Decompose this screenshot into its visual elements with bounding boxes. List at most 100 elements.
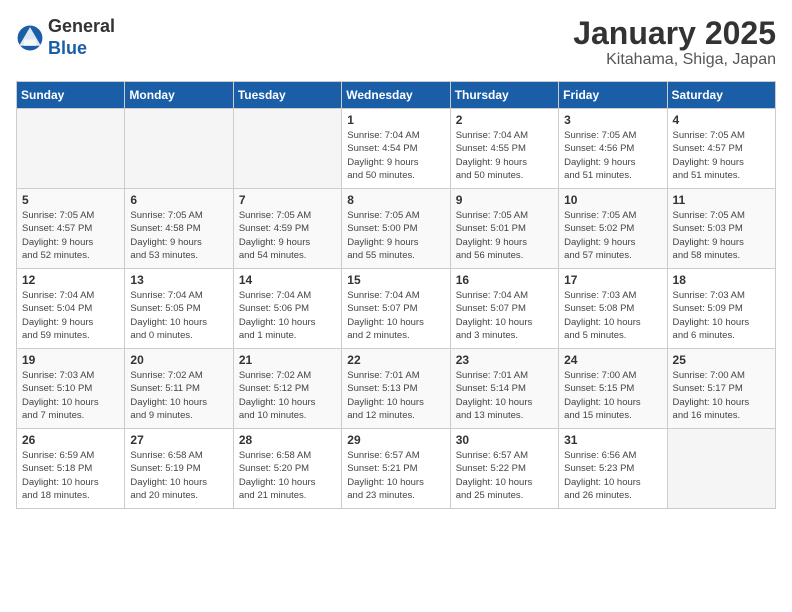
calendar-table: SundayMondayTuesdayWednesdayThursdayFrid… [16, 81, 776, 509]
calendar-cell: 22Sunrise: 7:01 AM Sunset: 5:13 PM Dayli… [342, 349, 450, 429]
day-number: 6 [130, 193, 227, 207]
logo-blue-text: Blue [48, 38, 87, 58]
calendar-cell: 13 Sunrise: 7:04 AM Sunset: 5:05 PM Dayli… [125, 269, 233, 349]
day-info: Sunrise: 7:05 AM Sunset: 5:00 PM Dayligh… [347, 209, 444, 262]
calendar-cell: 2 Sunrise: 7:04 AM Sunset: 4:55 PM Daylig… [450, 109, 558, 189]
page-header: General Blue January 2025 Kitahama, Shig… [16, 16, 776, 69]
day-number: 7 [239, 193, 336, 207]
day-number: 29 [347, 433, 444, 447]
calendar-cell: 24Sunrise: 7:00 AM Sunset: 5:15 PM Dayli… [559, 349, 667, 429]
day-number: 14 [239, 273, 336, 287]
day-info: Sunrise: 7:02 AM Sunset: 5:12 PM Dayligh… [239, 369, 336, 422]
calendar-cell: 9 Sunrise: 7:05 AM Sunset: 5:01 PM Daylig… [450, 189, 558, 269]
day-number: 2 [456, 113, 553, 127]
day-info: Sunrise: 7:04 AM Sunset: 4:54 PM Dayligh… [347, 129, 444, 182]
day-info: Sunrise: 7:00 AM Sunset: 5:17 PM Dayligh… [673, 369, 770, 422]
day-info: Sunrise: 7:05 AM Sunset: 4:57 PM Dayligh… [22, 209, 119, 262]
logo-general-text: General [48, 16, 115, 36]
day-number: 28 [239, 433, 336, 447]
calendar-week-row: 12Sunrise: 7:04 AM Sunset: 5:04 PM Dayli… [17, 269, 776, 349]
calendar-cell: 27Sunrise: 6:58 AM Sunset: 5:19 PM Dayli… [125, 429, 233, 509]
weekday-header-row: SundayMondayTuesdayWednesdayThursdayFrid… [17, 82, 776, 109]
day-info: Sunrise: 7:03 AM Sunset: 5:10 PM Dayligh… [22, 369, 119, 422]
day-number: 31 [564, 433, 661, 447]
calendar-cell: 18Sunrise: 7:03 AM Sunset: 5:09 PM Dayli… [667, 269, 775, 349]
day-info: Sunrise: 7:04 AM Sunset: 4:55 PM Dayligh… [456, 129, 553, 182]
day-info: Sunrise: 7:04 AM Sunset: 5:07 PM Dayligh… [456, 289, 553, 342]
calendar-cell: 12Sunrise: 7:04 AM Sunset: 5:04 PM Dayli… [17, 269, 125, 349]
calendar-cell: 8 Sunrise: 7:05 AM Sunset: 5:00 PM Daylig… [342, 189, 450, 269]
day-number: 16 [456, 273, 553, 287]
calendar-week-row: 26Sunrise: 6:59 AM Sunset: 5:18 PM Dayli… [17, 429, 776, 509]
day-number: 15 [347, 273, 444, 287]
day-info: Sunrise: 7:04 AM Sunset: 5:07 PM Dayligh… [347, 289, 444, 342]
day-info: Sunrise: 7:05 AM Sunset: 5:03 PM Dayligh… [673, 209, 770, 262]
calendar-cell [667, 429, 775, 509]
day-number: 9 [456, 193, 553, 207]
day-info: Sunrise: 7:00 AM Sunset: 5:15 PM Dayligh… [564, 369, 661, 422]
day-info: Sunrise: 7:05 AM Sunset: 5:01 PM Dayligh… [456, 209, 553, 262]
calendar-cell: 31 Sunrise: 6:56 AM Sunset: 5:23 PM Dayli… [559, 429, 667, 509]
calendar-cell: 4 Sunrise: 7:05 AM Sunset: 4:57 PM Daylig… [667, 109, 775, 189]
weekday-header-sunday: Sunday [17, 82, 125, 109]
calendar-cell: 20Sunrise: 7:02 AM Sunset: 5:11 PM Dayli… [125, 349, 233, 429]
calendar-cell: 11 Sunrise: 7:05 AM Sunset: 5:03 PM Dayli… [667, 189, 775, 269]
weekday-header-monday: Monday [125, 82, 233, 109]
calendar-week-row: 1 Sunrise: 7:04 AM Sunset: 4:54 PM Daylig… [17, 109, 776, 189]
calendar-cell: 19 Sunrise: 7:03 AM Sunset: 5:10 PM Dayli… [17, 349, 125, 429]
day-number: 13 [130, 273, 227, 287]
day-info: Sunrise: 6:58 AM Sunset: 5:20 PM Dayligh… [239, 449, 336, 502]
day-number: 25 [673, 353, 770, 367]
day-number: 5 [22, 193, 119, 207]
calendar-cell: 5 Sunrise: 7:05 AM Sunset: 4:57 PM Daylig… [17, 189, 125, 269]
calendar-cell: 25 Sunrise: 7:00 AM Sunset: 5:17 PM Dayli… [667, 349, 775, 429]
day-number: 10 [564, 193, 661, 207]
calendar-cell: 15 Sunrise: 7:04 AM Sunset: 5:07 PM Dayli… [342, 269, 450, 349]
calendar-cell: 3 Sunrise: 7:05 AM Sunset: 4:56 PM Daylig… [559, 109, 667, 189]
day-info: Sunrise: 7:01 AM Sunset: 5:13 PM Dayligh… [347, 369, 444, 422]
calendar-week-row: 5 Sunrise: 7:05 AM Sunset: 4:57 PM Daylig… [17, 189, 776, 269]
day-info: Sunrise: 7:05 AM Sunset: 4:56 PM Dayligh… [564, 129, 661, 182]
weekday-header-friday: Friday [559, 82, 667, 109]
calendar-title: January 2025 [573, 16, 776, 51]
calendar-cell: 16 Sunrise: 7:04 AM Sunset: 5:07 PM Dayli… [450, 269, 558, 349]
day-number: 18 [673, 273, 770, 287]
day-info: Sunrise: 6:57 AM Sunset: 5:21 PM Dayligh… [347, 449, 444, 502]
day-info: Sunrise: 7:04 AM Sunset: 5:05 PM Dayligh… [130, 289, 227, 342]
day-info: Sunrise: 7:05 AM Sunset: 4:57 PM Dayligh… [673, 129, 770, 182]
day-number: 21 [239, 353, 336, 367]
day-info: Sunrise: 6:59 AM Sunset: 5:18 PM Dayligh… [22, 449, 119, 502]
day-number: 1 [347, 113, 444, 127]
calendar-cell: 14Sunrise: 7:04 AM Sunset: 5:06 PM Dayli… [233, 269, 341, 349]
calendar-cell: 17Sunrise: 7:03 AM Sunset: 5:08 PM Dayli… [559, 269, 667, 349]
day-number: 30 [456, 433, 553, 447]
day-number: 12 [22, 273, 119, 287]
day-info: Sunrise: 7:05 AM Sunset: 4:59 PM Dayligh… [239, 209, 336, 262]
day-info: Sunrise: 6:58 AM Sunset: 5:19 PM Dayligh… [130, 449, 227, 502]
calendar-cell: 7 Sunrise: 7:05 AM Sunset: 4:59 PM Daylig… [233, 189, 341, 269]
day-info: Sunrise: 6:56 AM Sunset: 5:23 PM Dayligh… [564, 449, 661, 502]
calendar-cell [233, 109, 341, 189]
calendar-cell: 21 Sunrise: 7:02 AM Sunset: 5:12 PM Dayli… [233, 349, 341, 429]
day-info: Sunrise: 7:02 AM Sunset: 5:11 PM Dayligh… [130, 369, 227, 422]
day-info: Sunrise: 7:01 AM Sunset: 5:14 PM Dayligh… [456, 369, 553, 422]
day-number: 3 [564, 113, 661, 127]
day-number: 4 [673, 113, 770, 127]
title-block: January 2025 Kitahama, Shiga, Japan [573, 16, 776, 69]
calendar-cell: 30 Sunrise: 6:57 AM Sunset: 5:22 PM Dayli… [450, 429, 558, 509]
day-number: 8 [347, 193, 444, 207]
calendar-week-row: 19 Sunrise: 7:03 AM Sunset: 5:10 PM Dayli… [17, 349, 776, 429]
day-number: 17 [564, 273, 661, 287]
weekday-header-tuesday: Tuesday [233, 82, 341, 109]
day-number: 19 [22, 353, 119, 367]
calendar-cell [125, 109, 233, 189]
day-info: Sunrise: 6:57 AM Sunset: 5:22 PM Dayligh… [456, 449, 553, 502]
weekday-header-wednesday: Wednesday [342, 82, 450, 109]
calendar-cell: 6Sunrise: 7:05 AM Sunset: 4:58 PM Daylig… [125, 189, 233, 269]
calendar-cell: 10Sunrise: 7:05 AM Sunset: 5:02 PM Dayli… [559, 189, 667, 269]
calendar-cell: 26Sunrise: 6:59 AM Sunset: 5:18 PM Dayli… [17, 429, 125, 509]
calendar-subtitle: Kitahama, Shiga, Japan [573, 51, 776, 69]
weekday-header-thursday: Thursday [450, 82, 558, 109]
day-number: 23 [456, 353, 553, 367]
day-number: 11 [673, 193, 770, 207]
